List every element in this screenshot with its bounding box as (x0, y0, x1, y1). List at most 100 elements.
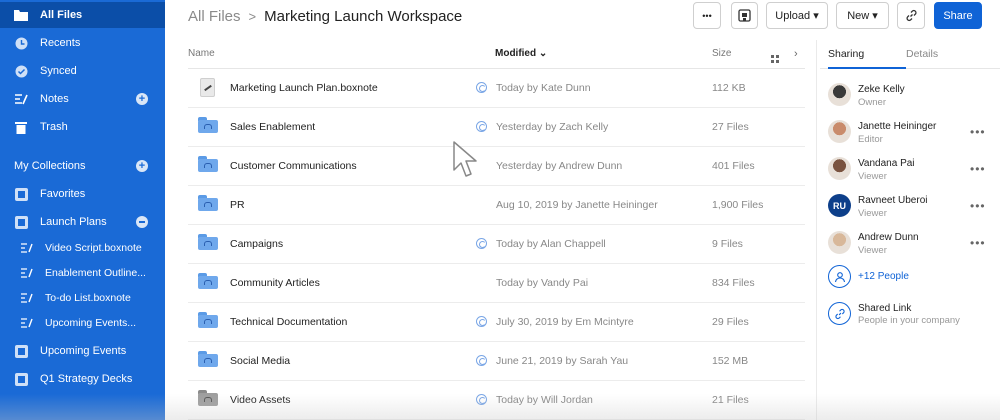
sidebar-item-label: Notes (40, 93, 69, 105)
modified-text: Today by Will Jordan (496, 394, 593, 406)
table-row[interactable]: Community Articles Today by Vandy Pai 834 … (188, 264, 805, 303)
sidebar-item-label: Favorites (40, 188, 86, 200)
sidebar-item-trash[interactable]: Trash (0, 114, 165, 140)
grid-view-icon[interactable] (771, 50, 779, 63)
table-row[interactable]: Technical Documentation July 30, 2019 by … (188, 303, 805, 342)
sidebar-item-all-files[interactable]: All Files (0, 2, 165, 28)
sidebar-item-launch-plans[interactable]: Launch Plans (0, 209, 165, 235)
chevron-right-icon[interactable]: › (794, 48, 798, 60)
clock-icon (14, 36, 28, 50)
table-row[interactable]: Marketing Launch Plan.boxnote Today by Ka… (188, 69, 805, 108)
avatar (828, 120, 851, 143)
table-row[interactable]: PR Aug 10, 2019 by Janette Heininger 1,900… (188, 186, 805, 225)
add-collection-icon[interactable]: + (136, 160, 148, 172)
more-options-icon[interactable]: ••• (970, 236, 986, 250)
sync-icon (476, 394, 487, 405)
table-row[interactable]: Customer Communications Yesterday by Andr… (188, 147, 805, 186)
shared-folder-icon (198, 273, 218, 291)
add-note-icon[interactable]: + (136, 93, 148, 105)
column-header-modified[interactable]: Modified ⌄ (495, 48, 547, 59)
new-button[interactable]: New ▾ (836, 2, 889, 29)
collaborator[interactable]: Zeke Kelly Owner (828, 83, 1000, 119)
column-header-size[interactable]: Size (712, 48, 731, 59)
file-name[interactable]: Marketing Launch Plan.boxnote (230, 82, 378, 94)
sidebar-item-upcoming-events-note[interactable]: Upcoming Events... (0, 310, 165, 336)
sidebar-item-label: All Files (40, 9, 83, 21)
sidebar-item-recents[interactable]: Recents (0, 30, 165, 56)
sync-icon (476, 121, 487, 132)
sidebar-item-synced[interactable]: Synced (0, 58, 165, 84)
file-name[interactable]: Campaigns (230, 238, 283, 250)
more-options-icon[interactable]: ••• (970, 162, 986, 176)
page-title: Marketing Launch Workspace (264, 7, 463, 25)
modified-text: Aug 10, 2019 by Janette Heininger (496, 199, 658, 211)
file-name[interactable]: Social Media (230, 355, 290, 367)
copy-link-button[interactable] (897, 2, 925, 29)
sidebar-item-notes[interactable]: Notes + (0, 86, 165, 112)
more-people-label: +12 People (858, 271, 909, 282)
avatar: RU (828, 194, 851, 217)
modified-text: Yesterday by Zach Kelly (496, 121, 609, 133)
table-row[interactable]: Video Assets Today by Will Jordan 21 Files (188, 381, 805, 420)
column-header-name[interactable]: Name (188, 48, 215, 59)
file-name[interactable]: Customer Communications (230, 160, 357, 172)
sidebar: All Files Recents Synced Notes + Trash M… (0, 0, 165, 420)
column-header-modified-label: Modified (495, 48, 537, 59)
size-text: 9 Files (712, 238, 743, 250)
file-name[interactable]: PR (230, 199, 245, 211)
sync-icon (476, 238, 487, 249)
tab-sharing[interactable]: Sharing (828, 48, 864, 60)
more-options-button[interactable]: ••• (693, 2, 721, 29)
sidebar-item-upcoming-events[interactable]: Upcoming Events (0, 338, 165, 364)
collapse-icon[interactable] (136, 216, 148, 228)
file-name[interactable]: Community Articles (230, 277, 320, 289)
sidebar-item-label: Upcoming Events (40, 345, 127, 357)
avatar (828, 83, 851, 106)
upload-label: Upload ▾ (775, 10, 819, 22)
sidebar-item-todo-list[interactable]: To-do List.boxnote (0, 285, 165, 311)
collection-icon (14, 187, 28, 201)
collaborator[interactable]: Janette Heininger Editor ••• (828, 120, 1000, 156)
check-circle-icon (14, 64, 28, 78)
sidebar-item-favorites[interactable]: Favorites (0, 181, 165, 207)
file-name[interactable]: Video Assets (230, 394, 291, 406)
shared-folder-icon (198, 351, 218, 369)
table-row[interactable]: Sales Enablement Yesterday by Zach Kelly 2… (188, 108, 805, 147)
sync-icon (476, 82, 487, 93)
table-row[interactable]: Social Media June 21, 2019 by Sarah Yau 15… (188, 342, 805, 381)
sidebar-item-enablement-outline[interactable]: Enablement Outline... (0, 260, 165, 286)
link-icon (906, 10, 916, 21)
shared-link-section[interactable]: Shared Link People in your company (828, 302, 998, 332)
more-options-icon[interactable]: ••• (970, 199, 986, 213)
people-icon (828, 265, 851, 288)
upload-button[interactable]: Upload ▾ (766, 2, 828, 29)
breadcrumb-root[interactable]: All Files (188, 8, 241, 25)
modified-text: June 21, 2019 by Sarah Yau (496, 355, 629, 367)
open-with-button[interactable] (731, 2, 758, 29)
my-collections-header[interactable]: My Collections + (0, 153, 165, 179)
modified-text: Yesterday by Andrew Dunn (496, 160, 623, 172)
file-name[interactable]: Technical Documentation (230, 316, 347, 328)
table-row[interactable]: Campaigns Today by Alan Chappell 9 Files (188, 225, 805, 264)
sidebar-item-label: Q1 Strategy Decks (40, 373, 133, 385)
shared-folder-icon (198, 312, 218, 330)
share-button[interactable]: Share (934, 2, 982, 29)
shared-link-title: Shared Link (858, 303, 912, 314)
tab-details[interactable]: Details (906, 48, 938, 60)
note-icon (21, 241, 33, 255)
more-options-icon[interactable]: ••• (970, 125, 986, 139)
collaborator[interactable]: Vandana Pai Viewer ••• (828, 157, 1000, 193)
modified-text: Today by Vandy Pai (496, 277, 589, 289)
note-icon (21, 316, 33, 330)
collaborator[interactable]: Andrew Dunn Viewer ••• (828, 231, 1000, 267)
sidebar-item-q1-strategy[interactable]: Q1 Strategy Decks (0, 366, 165, 392)
sidebar-item-label: Trash (40, 121, 68, 133)
sidebar-item-label: Upcoming Events... (45, 317, 137, 329)
collaborator-role: Viewer (858, 208, 887, 219)
file-name[interactable]: Sales Enablement (230, 121, 315, 133)
more-people-link[interactable]: +12 People (828, 265, 998, 291)
shared-folder-icon (198, 390, 218, 408)
collaborator-role: Viewer (858, 245, 887, 256)
sidebar-item-video-script[interactable]: Video Script.boxnote (0, 235, 165, 261)
collaborator[interactable]: RU Ravneet Uberoi Viewer ••• (828, 194, 1000, 230)
